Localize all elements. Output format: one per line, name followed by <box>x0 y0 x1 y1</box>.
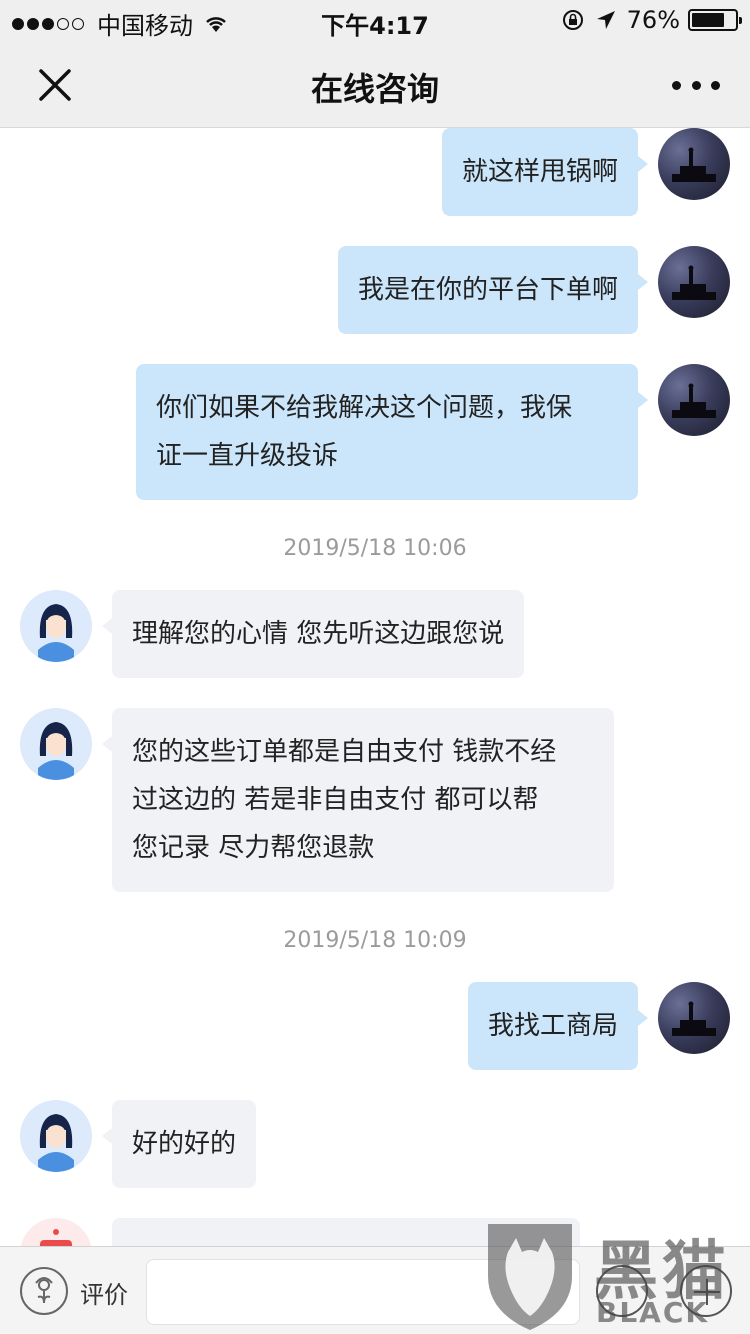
user-avatar <box>658 246 730 318</box>
robot-avatar <box>20 1218 92 1246</box>
message-line: 你们如果不给我解决这个问题，我保 <box>156 393 573 423</box>
nav-header: 在线咨询 <box>0 40 750 128</box>
plus-icon[interactable] <box>680 1265 732 1317</box>
rotation-lock-icon <box>562 10 583 30</box>
message-bubble: 我是在你的平台下单啊 <box>337 246 648 334</box>
message-bubble: 我找工商局 <box>467 982 648 1070</box>
status-bar: 中国移动 下午4:17 76% <box>0 0 750 40</box>
status-right: 76% <box>561 6 742 34</box>
rate-label[interactable]: 评价 <box>80 1275 128 1310</box>
message-text: 理解您的心情 您先听这边跟您说 <box>132 619 505 649</box>
message-input[interactable] <box>146 1259 580 1325</box>
message-timestamp: 2019/5/18 10:09 <box>283 928 467 953</box>
message-bubble: 好的好的 <box>102 1100 257 1188</box>
message-line: 您的这些订单都是自由支付 钱款不经 <box>132 737 557 767</box>
message-bubble: 理解您的心情 您先听这边跟您说 <box>102 590 525 678</box>
message-line: 您记录 尽力帮您退款 <box>132 833 375 863</box>
input-bar: 评价 <box>0 1246 750 1334</box>
agent-avatar <box>20 1100 92 1172</box>
battery-icon <box>688 9 742 31</box>
rate-flower-icon[interactable] <box>20 1267 68 1315</box>
message-bubble: 你们如果不给我解决这个问题，我保 证一直升级投诉 <box>136 364 648 500</box>
message-text: 我找工商局 <box>487 1011 618 1041</box>
user-avatar <box>658 128 730 200</box>
emoji-icon[interactable] <box>596 1265 648 1317</box>
chat-area[interactable]: 就这样甩锅啊 我是在你的平台下单啊 你们如果不给我解决这个问题，我保 证一直升级… <box>0 128 750 1246</box>
more-icon[interactable] <box>672 70 720 100</box>
message-bubble <box>112 1218 580 1246</box>
user-avatar <box>658 982 730 1054</box>
battery-fill <box>692 13 724 27</box>
agent-avatar <box>20 590 92 662</box>
user-avatar <box>658 364 730 436</box>
message-bubble: 您的这些订单都是自由支付 钱款不经 过这边的 若是非自由支付 都可以帮 您记录 … <box>102 708 614 892</box>
agent-avatar <box>20 708 92 780</box>
message-bubble: 就这样甩锅啊 <box>441 128 648 216</box>
message-text: 好的好的 <box>132 1129 237 1159</box>
message-text: 就这样甩锅啊 <box>461 157 618 187</box>
page-title: 在线咨询 <box>310 70 439 108</box>
battery-percent: 76% <box>626 6 680 34</box>
message-line: 证一直升级投诉 <box>156 441 339 471</box>
message-timestamp: 2019/5/18 10:06 <box>283 536 467 561</box>
location-arrow-icon <box>596 11 615 29</box>
message-text: 我是在你的平台下单啊 <box>357 275 618 305</box>
message-line: 过这边的 若是非自由支付 都可以帮 <box>132 785 539 815</box>
